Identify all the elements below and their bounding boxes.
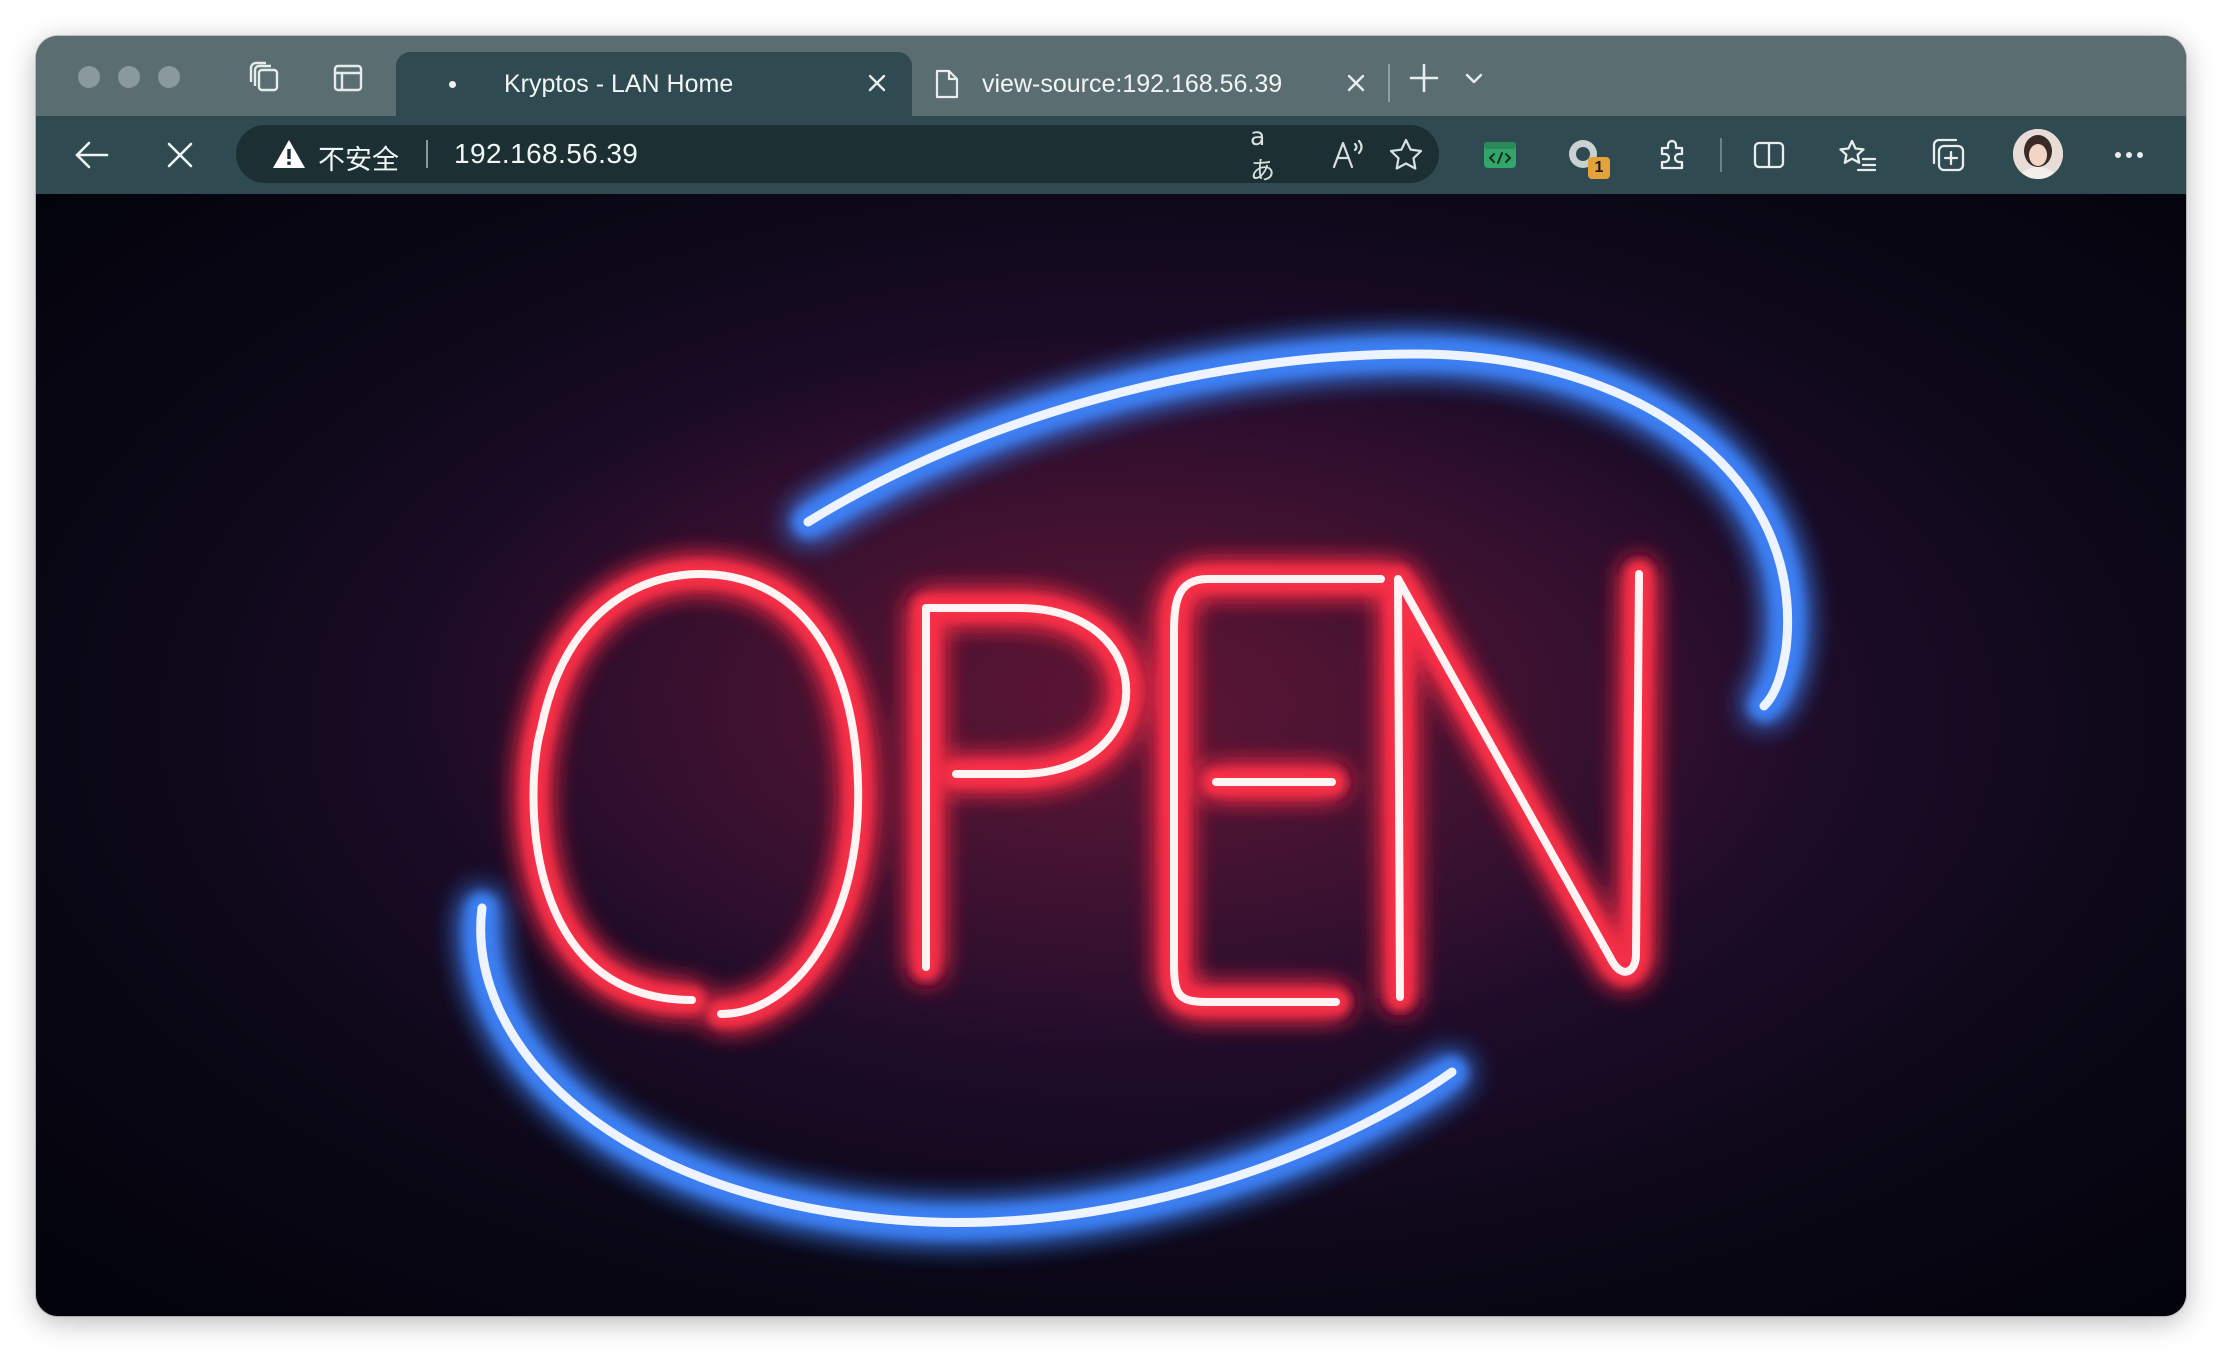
tab-title: view-source:192.168.56.39 (982, 70, 1283, 98)
tab-actions-chevron-down-icon[interactable] (1456, 61, 1492, 95)
extensions-puzzle-icon[interactable] (1652, 135, 1692, 175)
neon-open-sign-image (396, 334, 1836, 1238)
toolbar-divider (1720, 138, 1722, 172)
profile-avatar[interactable] (2013, 129, 2063, 179)
navigation-toolbar: 不安全 192.168.56.39 aあ 1 (36, 116, 2186, 195)
tab-loading-indicator (449, 81, 456, 88)
back-arrow-icon[interactable] (72, 135, 112, 175)
minimize-window-button[interactable] (118, 66, 140, 88)
collections-icon[interactable] (1928, 135, 1968, 175)
tab-divider (1388, 64, 1390, 102)
page-content (36, 194, 2186, 1316)
new-tab-icon[interactable] (1406, 61, 1442, 95)
stop-loading-icon[interactable] (160, 135, 200, 175)
warning-triangle-icon[interactable] (272, 138, 306, 170)
tab-close-icon[interactable] (1341, 68, 1371, 98)
url-text[interactable]: 192.168.56.39 (454, 138, 638, 170)
address-bar[interactable]: 不安全 192.168.56.39 aあ (236, 122, 1439, 185)
security-status-label[interactable]: 不安全 (318, 138, 399, 177)
read-aloud-icon[interactable] (1329, 135, 1369, 173)
tab-kryptos-lan-home[interactable]: Kryptos - LAN Home (396, 52, 912, 116)
vertical-tabs-icon[interactable] (330, 61, 366, 95)
tab-title: Kryptos - LAN Home (504, 70, 734, 98)
page-icon (934, 68, 964, 100)
split-screen-icon[interactable] (1749, 135, 1789, 175)
more-options-icon[interactable] (2109, 135, 2149, 175)
tab-view-source[interactable]: view-source:192.168.56.39 (912, 52, 1382, 116)
workspaces-icon[interactable] (246, 61, 282, 95)
extension-count-badge: 1 (1588, 157, 1610, 179)
favorite-star-icon[interactable] (1386, 135, 1426, 173)
browser-window: Kryptos - LAN Home view-source:192.168.5… (36, 36, 2186, 1316)
tab-strip: Kryptos - LAN Home view-source:192.168.5… (36, 36, 2186, 116)
tab-close-icon[interactable] (862, 68, 892, 98)
maximize-window-button[interactable] (158, 66, 180, 88)
address-divider (426, 140, 428, 168)
close-window-button[interactable] (78, 66, 100, 88)
dev-tools-extension-icon[interactable] (1478, 135, 1522, 175)
favorites-list-icon[interactable] (1838, 135, 1878, 175)
translate-icon[interactable]: aあ (1250, 122, 1290, 185)
